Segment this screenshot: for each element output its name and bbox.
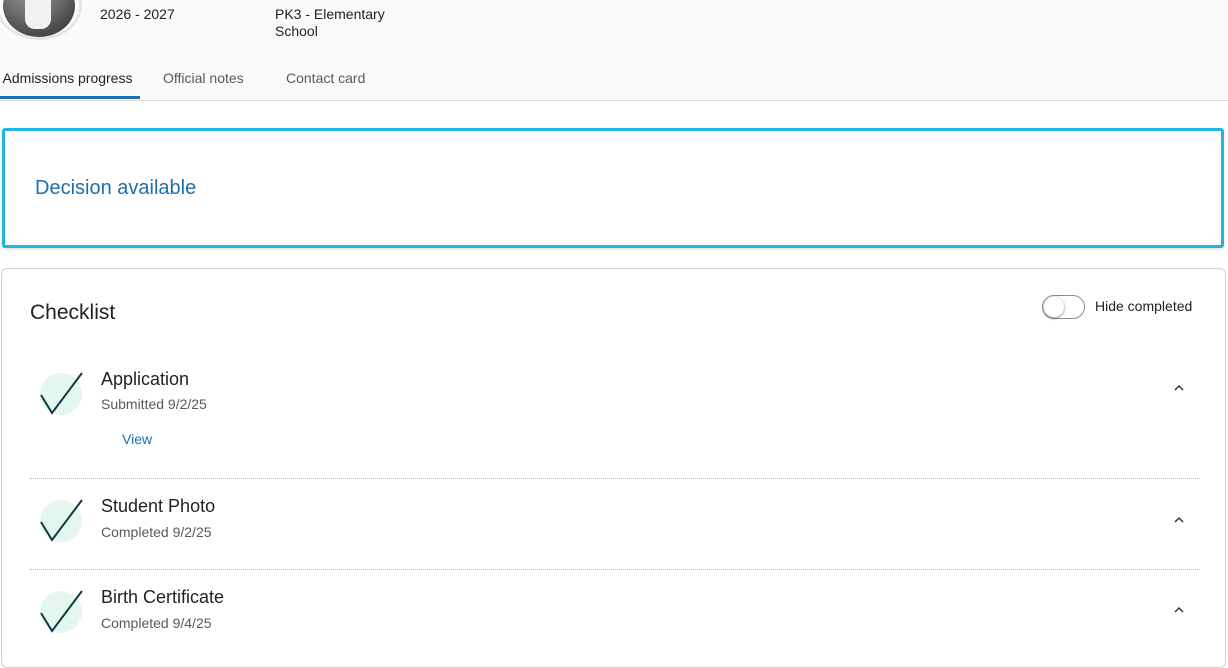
checkmark-icon — [40, 372, 83, 415]
checklist-title: Checklist — [30, 301, 116, 324]
tab-official-notes[interactable]: Official notes — [163, 60, 244, 100]
item-status: Completed 9/2/25 — [101, 524, 212, 540]
item-title: Birth Certificate — [101, 587, 225, 607]
checklist-item-application: Application Submitted 9/2/25 View — [30, 369, 1200, 449]
grade-range: PK3 - Elementary School — [275, 6, 385, 39]
checklist-item-student-photo: Student Photo Completed 9/2/25 — [30, 496, 1200, 556]
decision-available-link[interactable]: Decision available — [35, 177, 196, 200]
tab-bar: Admissions progress Official notes Conta… — [0, 60, 500, 100]
checkmark-icon — [40, 499, 83, 542]
tab-admissions-progress[interactable]: Admissions progress — [0, 60, 140, 100]
view-application-link[interactable]: View — [122, 431, 152, 447]
item-title: Application — [101, 369, 190, 389]
applicant-header: 2026 - 2027 PK3 - Elementary School Admi… — [0, 0, 1228, 101]
toggle-knob — [1044, 297, 1064, 317]
chevron-up-icon[interactable] — [1172, 513, 1186, 527]
school-year: 2026 - 2027 — [100, 6, 175, 22]
item-status: Submitted 9/2/25 — [101, 396, 207, 412]
avatar — [0, 0, 82, 40]
item-status: Completed 9/4/25 — [101, 615, 212, 631]
checkmark-icon — [40, 590, 83, 633]
checklist-card: Checklist Hide completed Application Sub… — [1, 268, 1226, 668]
chevron-up-icon[interactable] — [1172, 603, 1186, 617]
checklist-item-birth-certificate: Birth Certificate Completed 9/4/25 — [30, 587, 1200, 647]
divider — [30, 569, 1200, 570]
item-title: Student Photo — [101, 496, 216, 516]
decision-banner[interactable]: Decision available — [2, 128, 1224, 248]
student-photo-detail — [25, 0, 51, 29]
divider — [30, 478, 1200, 479]
tab-contact-card[interactable]: Contact card — [286, 60, 365, 100]
hide-completed-toggle[interactable] — [1042, 295, 1085, 319]
chevron-up-icon[interactable] — [1172, 381, 1186, 395]
active-tab-indicator — [0, 96, 140, 99]
hide-completed-label: Hide completed — [1095, 298, 1193, 314]
